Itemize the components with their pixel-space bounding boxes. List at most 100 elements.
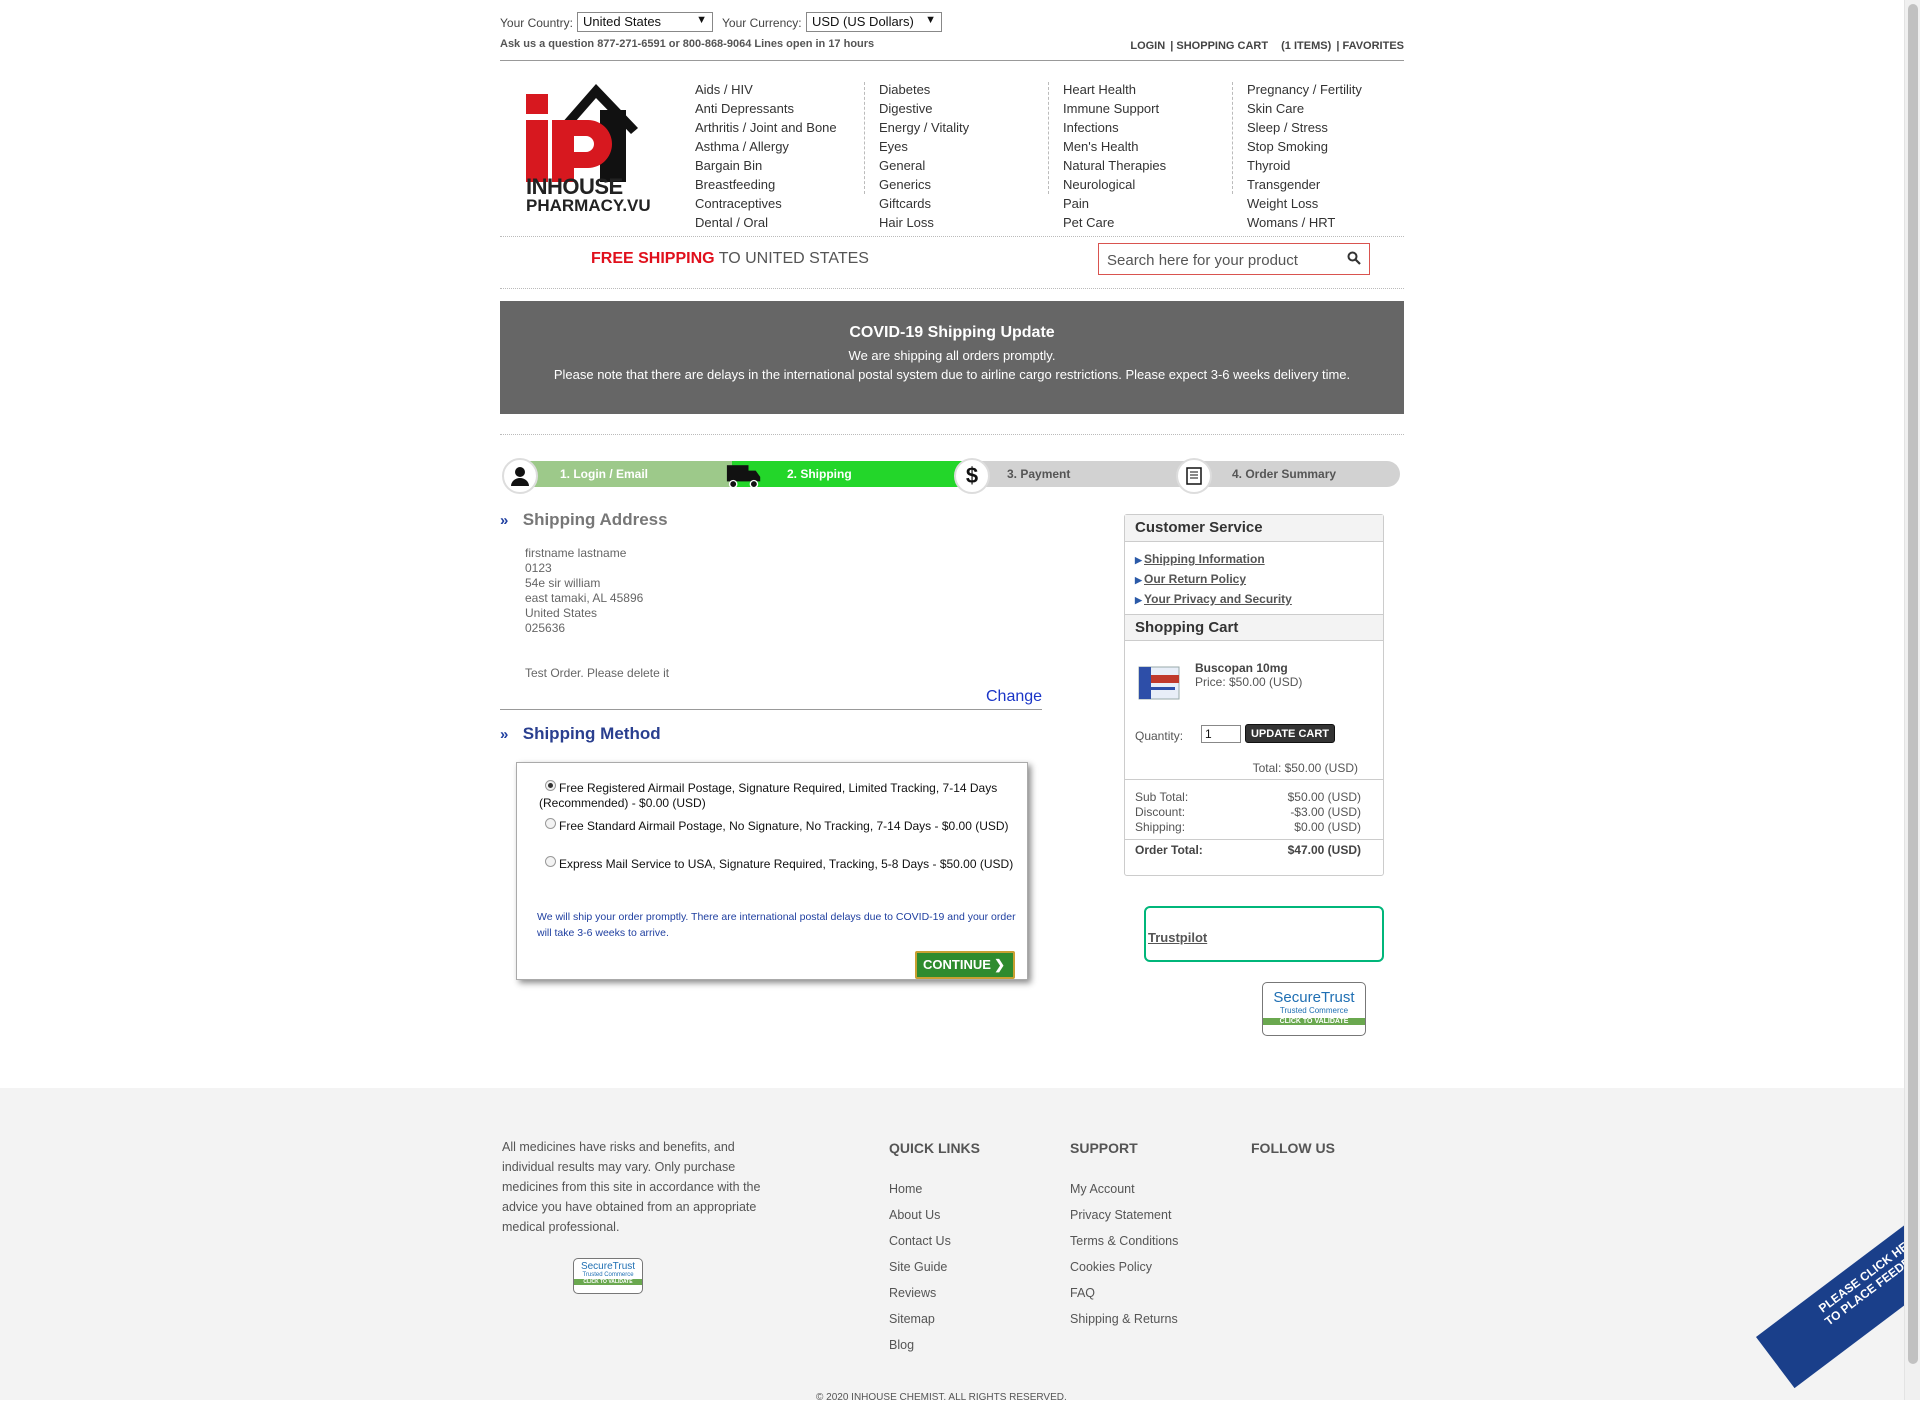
securetrust-seal[interactable]: SecureTrust Trusted Commerce CLICK TO VA… [1262,982,1366,1036]
logo-text-2: PHARMACY.VU [526,196,651,215]
category-link[interactable]: Heart Health [1063,82,1232,101]
radio-selected[interactable] [545,780,556,791]
shipping-row: Shipping: $0.00 (USD) [1125,820,1383,835]
shipping-option-standard[interactable]: Free Standard Airmail Postage, No Signat… [539,818,1017,834]
favorites-link[interactable]: FAVORITES [1342,40,1404,52]
trustpilot-link[interactable]: Trustpilot [1148,930,1207,945]
dropdown-arrow-icon: ▼ [696,14,707,26]
category-link[interactable]: Thyroid [1247,158,1417,177]
summary-value: -$3.00 (USD) [1290,805,1361,819]
footer-link[interactable]: Privacy Statement [1070,1208,1178,1234]
currency-select[interactable]: USD (US Dollars) ▼ [806,12,942,32]
footer-link[interactable]: Sitemap [889,1312,980,1338]
category-column-3: Heart Health Immune Support Infections M… [1063,82,1233,230]
category-link[interactable]: Infections [1063,120,1232,139]
category-link[interactable]: Men's Health [1063,139,1232,158]
user-icon [502,458,538,494]
customer-service-links: ▶ Shipping Information ▶ Our Return Policy… [1125,542,1383,614]
shopping-cart-link[interactable]: SHOPPING CART [1176,40,1268,52]
footer-link[interactable]: My Account [1070,1182,1178,1208]
category-link[interactable]: Anti Depressants [695,101,864,120]
privacy-security-link[interactable]: ▶ Your Privacy and Security [1135,592,1373,612]
update-cart-button[interactable]: UPDATE CART [1245,724,1335,743]
category-link[interactable]: Hair Loss [879,215,1048,234]
category-link[interactable]: Pain [1063,196,1232,215]
covid-title: COVID-19 Shipping Update [849,324,1055,341]
product-name[interactable]: Buscopan 10mg [1195,661,1288,675]
link-label: Shipping Information [1144,552,1265,566]
category-link[interactable]: Neurological [1063,177,1232,196]
shipping-option-label: Express Mail Service to USA, Signature R… [559,857,1014,871]
category-link[interactable]: Weight Loss [1247,196,1417,215]
triangle-right-icon: ▶ [1135,595,1142,605]
address-line: 0123 [525,561,552,575]
category-link[interactable]: Sleep / Stress [1247,120,1417,139]
category-link[interactable]: Immune Support [1063,101,1232,120]
return-policy-link[interactable]: ▶ Our Return Policy [1135,572,1373,592]
footer-link[interactable]: Reviews [889,1286,980,1312]
category-link[interactable]: Pregnancy / Fertility [1247,82,1417,101]
securetrust-seal-footer[interactable]: SecureTrust Trusted Commerce CLICK TO VA… [573,1258,643,1294]
address-line: firstname lastname [525,546,627,560]
category-link[interactable]: Stop Smoking [1247,139,1417,158]
category-link[interactable]: Transgender [1247,177,1417,196]
cart-item: Buscopan 10mg Price: $50.00 (USD) [1125,641,1383,711]
category-link[interactable]: Generics [879,177,1048,196]
footer-link[interactable]: Contact Us [889,1234,980,1260]
site-logo[interactable]: INHOUSE PHARMACY.VU [526,80,656,215]
country-label: Your Country: [500,16,573,30]
footer-quick-links: QUICK LINKS Home About Us Contact Us Sit… [889,1140,980,1364]
change-address-link[interactable]: Change [986,688,1042,706]
trustpilot-widget[interactable]: Trustpilot [1144,906,1384,962]
search-icon[interactable] [1347,251,1361,265]
product-image[interactable] [1137,661,1183,705]
step-order-summary: 4. Order Summary [1184,461,1400,487]
shipping-method-title: » Shipping Method [500,724,661,744]
category-link[interactable]: Diabetes [879,82,1048,101]
category-link[interactable]: Womans / HRT [1247,215,1417,234]
category-link[interactable]: Breastfeeding [695,177,864,196]
footer-link[interactable]: About Us [889,1208,980,1234]
truck-icon [726,458,762,494]
footer-link[interactable]: Cookies Policy [1070,1260,1178,1286]
footer-disclaimer: All medicines have risks and benefits, a… [502,1140,761,1234]
scrollbar[interactable] [1904,0,1920,1400]
category-link[interactable]: Dental / Oral [695,215,864,234]
seal-line-3: CLICK TO VALIDATE [1263,1018,1365,1025]
category-link[interactable]: Natural Therapies [1063,158,1232,177]
footer-link[interactable]: FAQ [1070,1286,1178,1312]
footer-link[interactable]: Terms & Conditions [1070,1234,1178,1260]
category-link[interactable]: Giftcards [879,196,1048,215]
category-link[interactable]: Arthritis / Joint and Bone [695,120,864,139]
shipping-information-link[interactable]: ▶ Shipping Information [1135,552,1373,572]
footer-link[interactable]: Blog [889,1338,980,1364]
quantity-input[interactable]: 1 [1201,725,1241,743]
shipping-option-registered[interactable]: Free Registered Airmail Postage, Signatu… [539,780,1017,811]
category-link[interactable]: Digestive [879,101,1048,120]
step-login[interactable]: 1. Login / Email [512,461,732,487]
footer-link[interactable]: Shipping & Returns [1070,1312,1178,1338]
quantity-row: Quantity: 1 UPDATE CART [1135,724,1335,743]
category-link[interactable]: Eyes [879,139,1048,158]
category-link[interactable]: Aids / HIV [695,82,864,101]
radio-unselected[interactable] [545,856,556,867]
country-select[interactable]: United States ▼ [577,12,713,32]
seal-line-3: CLICK TO VALIDATE [574,1279,642,1285]
search-placeholder: Search here for your product [1107,252,1298,269]
category-link[interactable]: Bargain Bin [695,158,864,177]
radio-unselected[interactable] [545,818,556,829]
footer-link[interactable]: Home [889,1182,980,1208]
scrollbar-thumb[interactable] [1908,4,1918,1364]
category-link[interactable]: Contraceptives [695,196,864,215]
footer-link[interactable]: Site Guide [889,1260,980,1286]
search-input[interactable]: Search here for your product [1098,243,1370,275]
category-link[interactable]: Asthma / Allergy [695,139,864,158]
continue-button[interactable]: CONTINUE ❯ [915,951,1015,979]
shipping-option-express[interactable]: Express Mail Service to USA, Signature R… [539,856,1017,872]
category-link[interactable]: Pet Care [1063,215,1232,234]
free-shipping-label: FREE SHIPPING [591,250,715,267]
category-link[interactable]: General [879,158,1048,177]
category-link[interactable]: Skin Care [1247,101,1417,120]
login-link[interactable]: LOGIN [1130,40,1165,52]
category-link[interactable]: Energy / Vitality [879,120,1048,139]
